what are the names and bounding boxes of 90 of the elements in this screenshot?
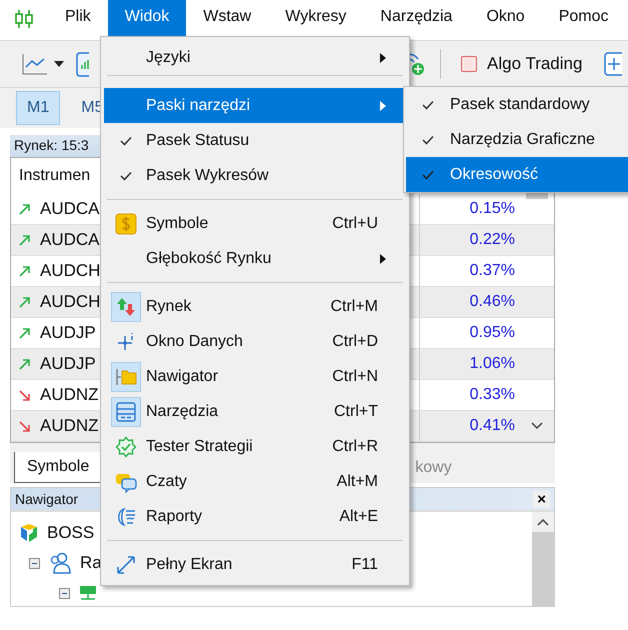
- table-cell: 0.22%: [470, 231, 515, 248]
- menu-item[interactable]: Głębokość Rynku: [104, 241, 406, 276]
- collapse-icon[interactable]: [29, 558, 40, 568]
- column-header[interactable]: Instrumen: [19, 167, 90, 185]
- cube-logo-icon: [19, 523, 39, 543]
- collapse-icon[interactable]: [59, 588, 70, 598]
- menu-item[interactable]: Pasek Wykresów: [104, 158, 406, 193]
- chevron-down-icon[interactable]: [531, 422, 543, 430]
- menu-bar-item[interactable]: Wykresy: [268, 0, 364, 36]
- menu-item-label: Raporty: [146, 508, 204, 526]
- table-cell: 0.15%: [470, 200, 515, 217]
- submenu-arrow-icon: [380, 254, 386, 264]
- line-chart-icon[interactable]: [22, 53, 48, 75]
- up-down-arrows-icon: [115, 296, 137, 318]
- menu-bar-item[interactable]: Okno: [469, 0, 542, 36]
- menu-item-label: Narzędzia: [146, 402, 220, 420]
- menu-item[interactable]: Okno Danych Ctrl+D: [104, 324, 406, 359]
- menu-bar-item[interactable]: Wstaw: [186, 0, 268, 36]
- shortcut-label: Ctrl+D: [332, 332, 379, 350]
- shortcut-label: F11: [352, 556, 379, 574]
- menu-item[interactable]: Nawigator Ctrl+N: [104, 359, 406, 394]
- menu-item-label: Okresowość: [450, 166, 538, 184]
- menu-item[interactable]: Paski narzędzi: [104, 88, 406, 123]
- shortcut-label: Ctrl+R: [332, 438, 379, 456]
- menu-item[interactable]: Okresowość: [406, 157, 628, 192]
- submenu-arrow-icon: [380, 100, 386, 110]
- menu-bar-item[interactable]: Plik: [48, 0, 108, 36]
- table-cell: 1.06%: [470, 355, 515, 372]
- menu-item[interactable]: Czaty Alt+M: [104, 464, 406, 499]
- table-cell: 0.95%: [470, 324, 515, 341]
- shortcut-label: Alt+E: [339, 508, 379, 526]
- menu-item-label: Nawigator: [146, 368, 220, 386]
- people-icon: [48, 552, 72, 574]
- symbol-cell: AUDCA: [40, 230, 100, 250]
- menu-item-label: Głębokość Rynku: [146, 250, 272, 268]
- timeframe-button[interactable]: M1: [16, 91, 60, 125]
- shortcut-label: Ctrl+T: [334, 402, 379, 420]
- symbol-cell: AUDJP: [40, 323, 96, 343]
- table-cell: 0.41%: [470, 417, 515, 434]
- symbol-cell: AUDCA: [40, 199, 100, 219]
- menu-bar-item[interactable]: Widok: [108, 0, 186, 36]
- algo-trading-button[interactable]: Algo Trading: [455, 50, 588, 78]
- shortcut-label: Ctrl+M: [330, 298, 379, 316]
- menu-item[interactable]: Pełny Ekran F11: [104, 547, 406, 582]
- menu-item-label: Tester Strategii: [146, 438, 254, 456]
- symbol-cell: AUDJP: [40, 354, 96, 374]
- symbol-cell: AUDNZ: [40, 416, 99, 436]
- chevron-up-icon[interactable]: [537, 518, 549, 526]
- menu-item-label: Rynek: [146, 298, 192, 316]
- panel-icon: [115, 400, 137, 422]
- menu-item-label: Pasek Wykresów: [146, 166, 270, 184]
- plus-icon[interactable]: [604, 52, 622, 76]
- table-cell: 0.33%: [470, 386, 515, 403]
- shortcut-label: Alt+M: [336, 472, 379, 490]
- menu-item-label: Języki: [146, 48, 192, 66]
- menu-item[interactable]: Raporty Alt+E: [104, 499, 406, 534]
- menu-item-label: Pełny Ekran: [146, 556, 234, 574]
- dropdown-caret-icon[interactable]: [54, 61, 64, 67]
- menu-bar-item[interactable]: Narzędzia: [363, 0, 470, 36]
- chart-window-icon[interactable]: [76, 51, 90, 77]
- table-cell: 0.37%: [470, 262, 515, 279]
- menu-item[interactable]: Symbole Ctrl+U: [104, 206, 406, 241]
- menu-item-label: Pasek standardowy: [450, 96, 590, 114]
- menu-item-label: Symbole: [146, 214, 210, 232]
- shortcut-label: Ctrl+N: [332, 368, 379, 386]
- expand-arrows-icon: [115, 554, 137, 576]
- symbol-cell: AUDNZ: [40, 385, 99, 405]
- scrollbar-thumb[interactable]: [532, 532, 554, 606]
- menu-item[interactable]: Rynek Ctrl+M: [104, 289, 406, 324]
- menu-item[interactable]: Narzędzia Ctrl+T: [104, 394, 406, 429]
- symbol-cell: AUDCH: [40, 261, 100, 281]
- menu-item-label: Okno Danych: [146, 332, 244, 350]
- menu-item-label: Paski narzędzi: [146, 96, 252, 114]
- menu-item[interactable]: Tester Strategii Ctrl+R: [104, 429, 406, 464]
- gear-check-icon: [115, 436, 137, 458]
- menu-item[interactable]: Języki: [104, 40, 406, 75]
- network-icon: [78, 585, 98, 601]
- menu-item[interactable]: Pasek standardowy: [406, 87, 628, 122]
- dollar-icon: [115, 212, 137, 234]
- menu-item-label: Czaty: [146, 472, 188, 490]
- tree-item[interactable]: BOSS: [47, 523, 94, 543]
- candlestick-logo-icon: [14, 10, 34, 28]
- submenu-arrow-icon: [380, 52, 386, 62]
- close-button[interactable]: ×: [533, 490, 550, 508]
- panel-title: Nawigator: [15, 491, 78, 507]
- table-cell: 0.46%: [470, 293, 515, 310]
- shortcut-label: Ctrl+U: [332, 214, 379, 232]
- symbol-cell: AUDCH: [40, 292, 100, 312]
- menu-bar-item[interactable]: Pomoc: [542, 0, 626, 36]
- report-icon: [115, 506, 137, 528]
